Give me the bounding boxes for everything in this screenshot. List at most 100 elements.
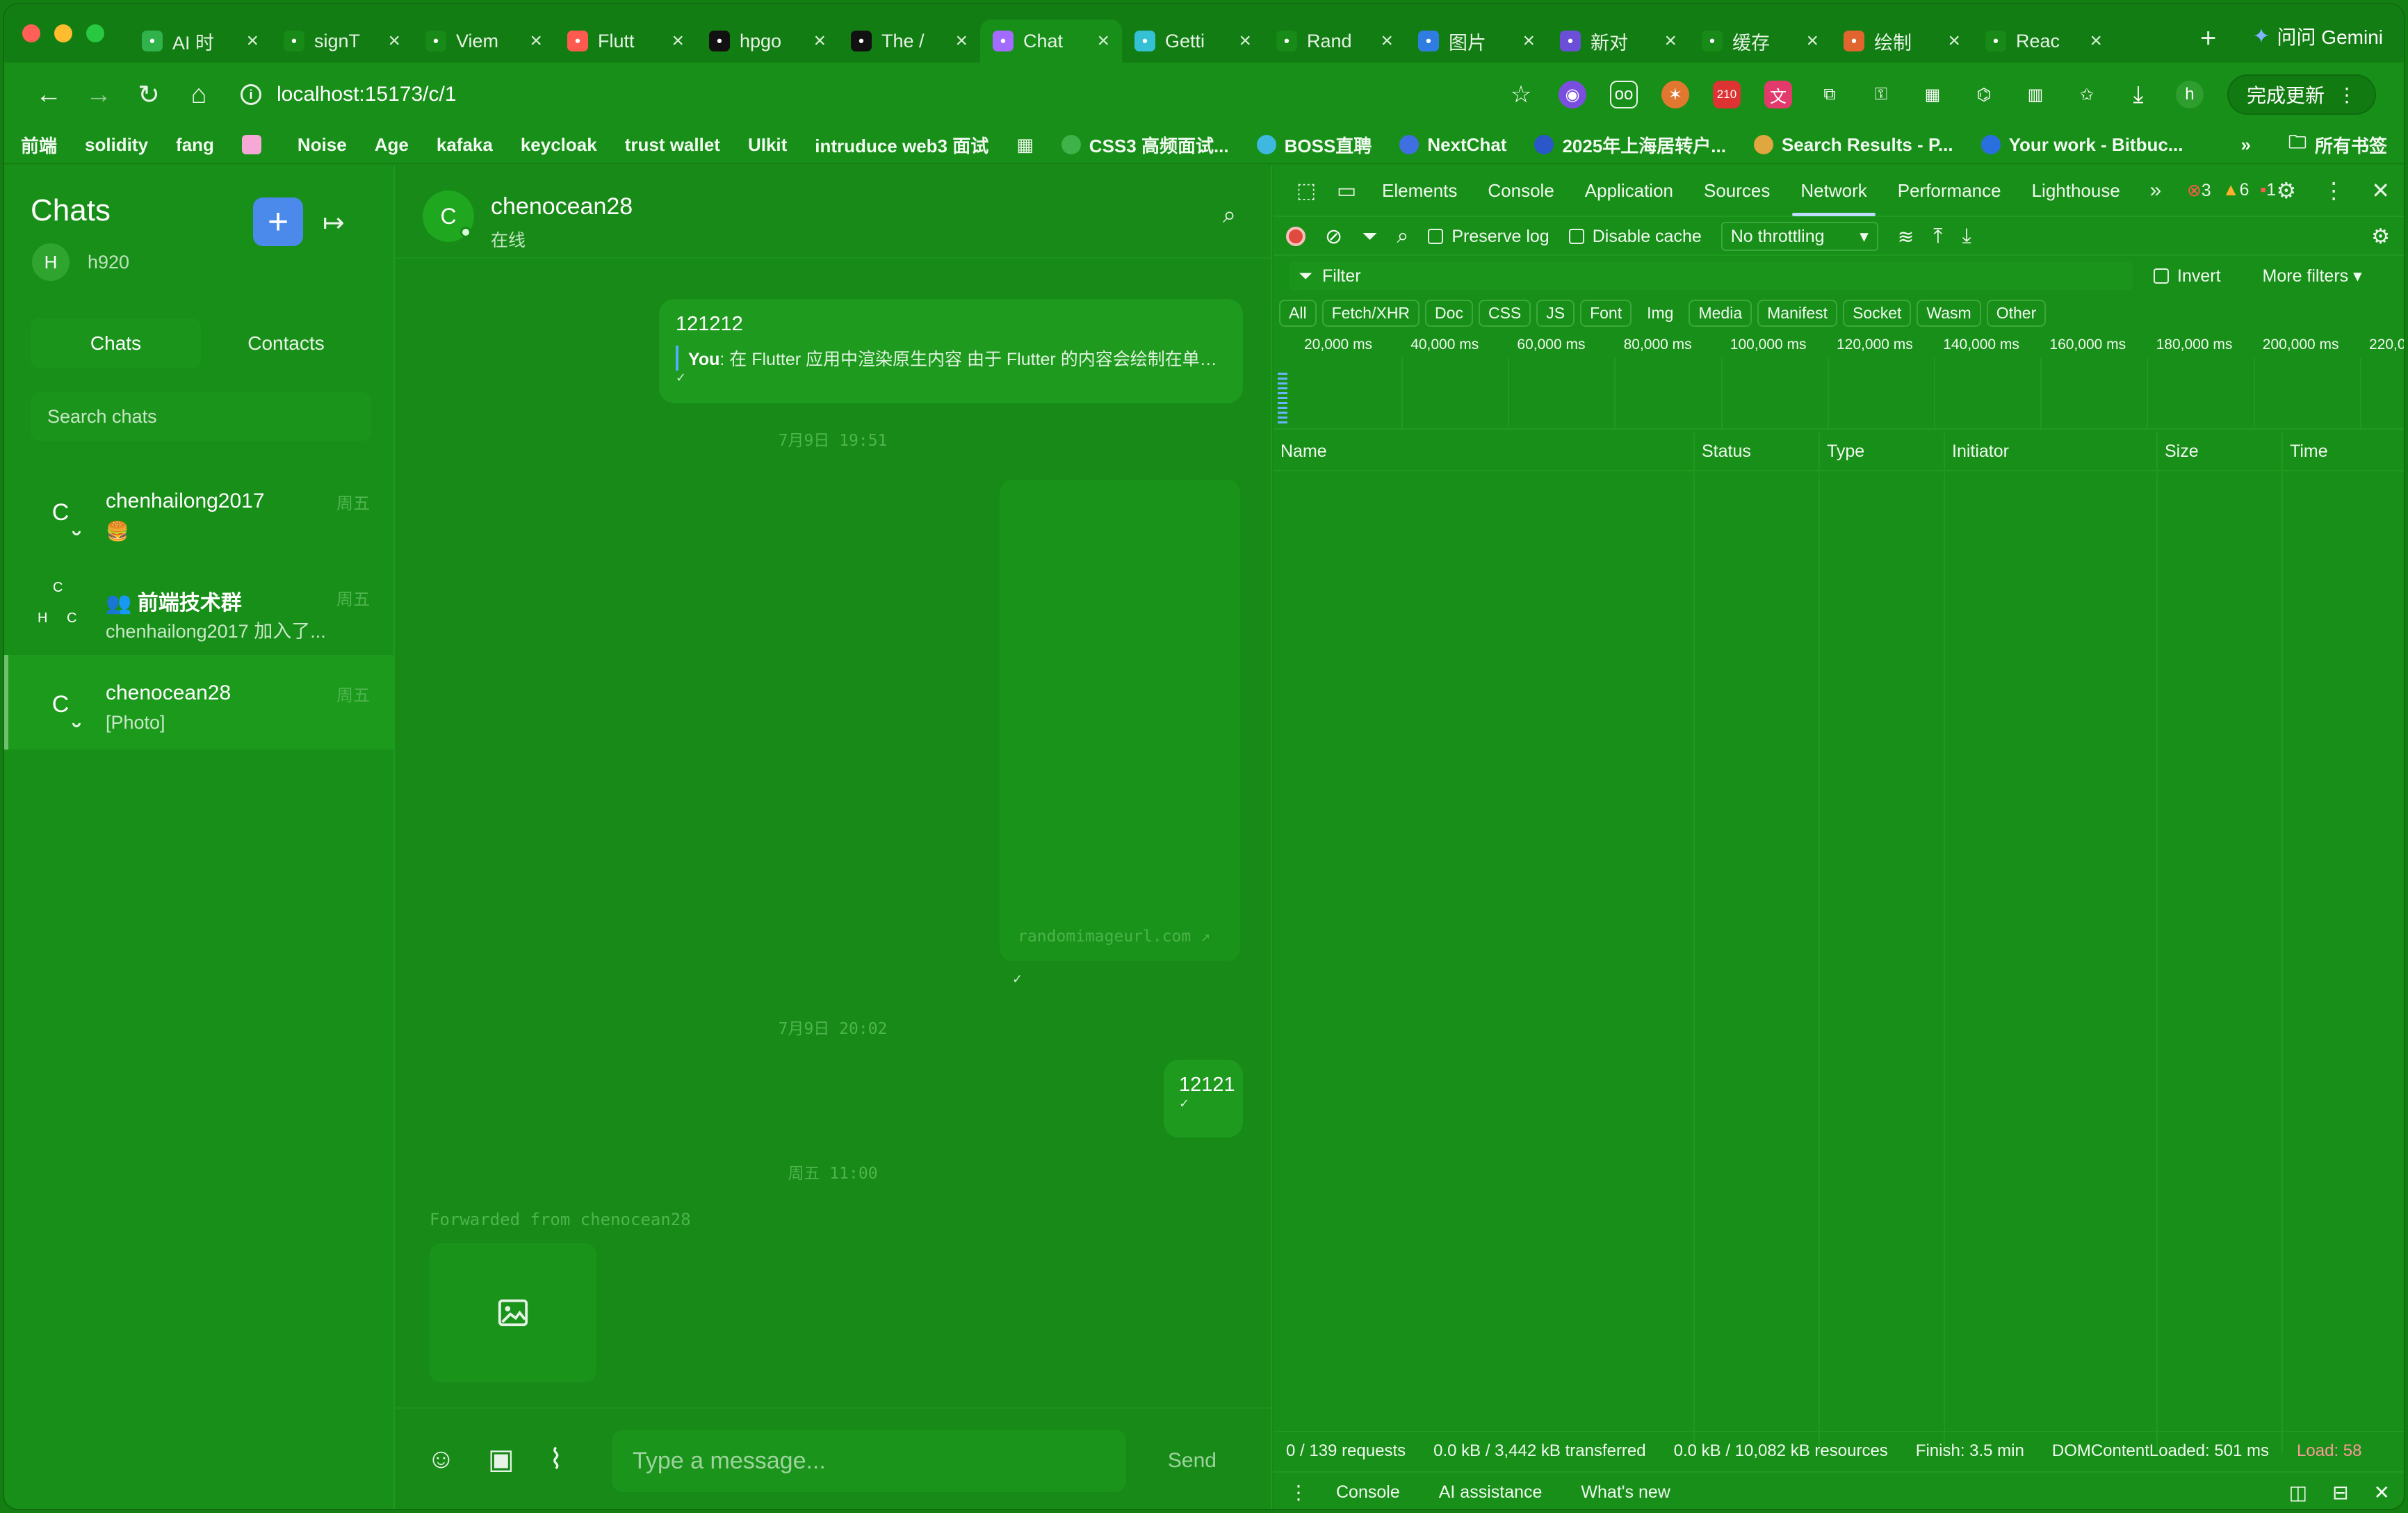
message-bubble-outgoing[interactable]: 12121 ✓ [1164,1060,1243,1138]
browser-tab[interactable]: • Reac × [1973,19,2115,63]
puzzle-extensions-icon[interactable]: ⧉ [1816,81,1844,108]
dock-bottom-icon[interactable]: ⊟ [2332,1481,2348,1504]
bookmark-item[interactable]: keycloak [521,134,597,156]
close-tab-icon[interactable]: × [1664,29,1677,53]
close-tab-icon[interactable]: × [1522,29,1535,53]
extension-glasses-icon[interactable]: oo [1609,81,1638,108]
filter-chip-js[interactable]: JS [1536,299,1575,327]
devtools-tab-elements[interactable]: Elements [1367,165,1472,216]
filter-chip-socket[interactable]: Socket [1843,299,1912,327]
bookmark-item[interactable]: intruduce web3 面试 [815,132,989,158]
bookmark-star-icon[interactable]: ☆ [1507,81,1535,108]
search-chats-input[interactable]: Search chats [31,392,371,441]
column-header-time[interactable]: Time [2283,432,2404,470]
close-window-button[interactable] [22,24,40,42]
drawer-tab-ai-assistance[interactable]: AI assistance [1419,1472,1562,1509]
search-icon[interactable]: ⌕ [1223,202,1236,229]
address-bar[interactable]: i localhost:15173/c/1 [224,72,1507,117]
tab-chats[interactable]: Chats [31,318,201,369]
browser-tab[interactable]: • 新对 × [1547,19,1689,63]
close-tab-icon[interactable]: × [246,29,259,53]
more-filters-dropdown[interactable]: More filters ▾ [2263,266,2362,286]
network-overview-timeline[interactable]: 20,000 ms 40,000 ms 60,000 ms 80,000 ms 100,… [1274,332,2404,430]
close-tab-icon[interactable]: × [2090,29,2102,53]
preserve-log-checkbox[interactable]: Preserve log [1428,227,1549,247]
devtools-tab-lighthouse[interactable]: Lighthouse [2017,165,2136,216]
column-header-name[interactable]: Name [1274,432,1695,470]
close-drawer-icon[interactable]: ✕ [2374,1481,2390,1504]
conversation-item-active[interactable]: C chenocean28 [Photo] 周五 [4,655,393,750]
browser-tab[interactable]: • AI 时 × [129,19,271,63]
emoji-icon[interactable]: ☺ [427,1443,455,1475]
browser-tab[interactable]: • Getti × [1122,19,1264,63]
user-avatar[interactable]: H [32,243,70,281]
bookmark-item[interactable]: fang [176,134,214,156]
message-bubble-outgoing[interactable]: 121212 You: 在 Flutter 应用中渲染原生内容 由于 Flutt… [659,299,1243,403]
bookmark-item[interactable]: trust wallet [625,134,720,156]
bookmark-item[interactable]: Noise [298,134,347,156]
message-input[interactable]: Type a message... [612,1430,1126,1492]
close-tab-icon[interactable]: × [388,29,400,53]
close-tab-icon[interactable]: × [1239,29,1251,53]
apps-grid-icon[interactable]: ▦ [1016,134,1034,156]
url-text[interactable]: localhost:15173/c/1 [277,83,457,106]
throttling-select[interactable]: No throttling ▾ [1720,222,1878,251]
bookmark-item[interactable]: NextChat [1399,134,1506,156]
close-tab-icon[interactable]: × [672,29,684,53]
close-tab-icon[interactable]: × [1381,29,1393,53]
image-source-link[interactable]: randomimageurl.com ↗ [1018,928,1210,946]
conversation-item[interactable]: C chenhailong2017 🍔 周五 [4,463,393,558]
device-toggle-icon[interactable]: ▭ [1326,179,1367,203]
search-icon[interactable]: ⌕ [1397,225,1409,248]
extension-purple-icon[interactable]: ◉ [1558,81,1586,108]
browser-tab[interactable]: • signT × [271,19,413,63]
bookmark-item[interactable]: UIkit [748,134,787,156]
site-info-icon[interactable]: i [241,84,261,105]
column-header-status[interactable]: Status [1695,432,1820,470]
forwarded-image-placeholder[interactable] [430,1243,596,1382]
browser-tab[interactable]: • hpgo × [697,19,838,63]
download-icon[interactable]: ⤓ [2124,81,2152,108]
filter-input[interactable]: ⏷ Filter [1289,262,2133,290]
record-icon[interactable] [1286,227,1305,246]
devtools-badges[interactable]: ⊗3 ▲6 ▪1 [2187,180,2276,201]
reply-quote[interactable]: You: 在 Flutter 应用中渲染原生内容 由于 Flutter 的内容会… [676,346,1226,371]
column-header-size[interactable]: Size [2158,432,2283,470]
clear-icon[interactable]: ⊘ [1325,225,1342,249]
inspect-element-icon[interactable]: ⬚ [1286,179,1326,203]
close-tab-icon[interactable]: × [530,29,542,53]
tab-contacts[interactable]: Contacts [201,318,371,369]
bookmark-item[interactable] [241,135,270,154]
column-header-type[interactable]: Type [1820,432,1945,470]
minimize-window-button[interactable] [54,24,72,42]
filter-chip-css[interactable]: CSS [1478,299,1531,327]
devtools-tab-sources[interactable]: Sources [1689,165,1785,216]
qr-code-icon[interactable]: ▦ [1919,81,1946,108]
browser-tab[interactable]: • Chat × [980,19,1122,63]
close-tab-icon[interactable]: × [1806,29,1819,53]
filter-chip-doc[interactable]: Doc [1425,299,1473,327]
send-button[interactable]: Send [1168,1449,1217,1473]
conversation-item[interactable]: C H C 👥 前端技术群 chenhailong2017 加入了... 周五 [4,559,393,654]
network-conditions-icon[interactable]: ≋ [1898,225,1914,248]
bookmark-item[interactable]: BOSS直聘 [1256,132,1372,158]
new-chat-button[interactable]: + [253,197,303,246]
profile-avatar[interactable]: h [2175,81,2204,108]
bookmark-item[interactable]: Age [375,134,409,156]
new-tab-button[interactable]: + [2185,23,2231,54]
filter-chip-all[interactable]: All [1279,299,1317,327]
all-bookmarks-folder[interactable]: 🗀 所有书签 [2288,129,2387,160]
browser-tab[interactable]: • Viem × [413,19,555,63]
more-vertical-icon[interactable]: ⋮ [2322,177,2345,204]
key-icon[interactable]: ⚿ [1867,81,1895,108]
close-tab-icon[interactable]: × [1948,29,1960,53]
image-upload-icon[interactable]: ▣ [488,1443,514,1475]
home-icon[interactable]: ⌂ [174,80,224,110]
bookmark-item[interactable]: solidity [85,134,148,156]
browser-tab[interactable]: • Flutt × [555,19,697,63]
filter-chip-fetchxhr[interactable]: Fetch/XHR [1321,299,1420,327]
filter-chip-wasm[interactable]: Wasm [1917,299,1981,327]
side-panel-icon[interactable]: ▥ [2021,81,2049,108]
drawer-tab-whats-new[interactable]: What's new [1561,1472,1689,1509]
devtools-tab-performance[interactable]: Performance [1882,165,2017,216]
